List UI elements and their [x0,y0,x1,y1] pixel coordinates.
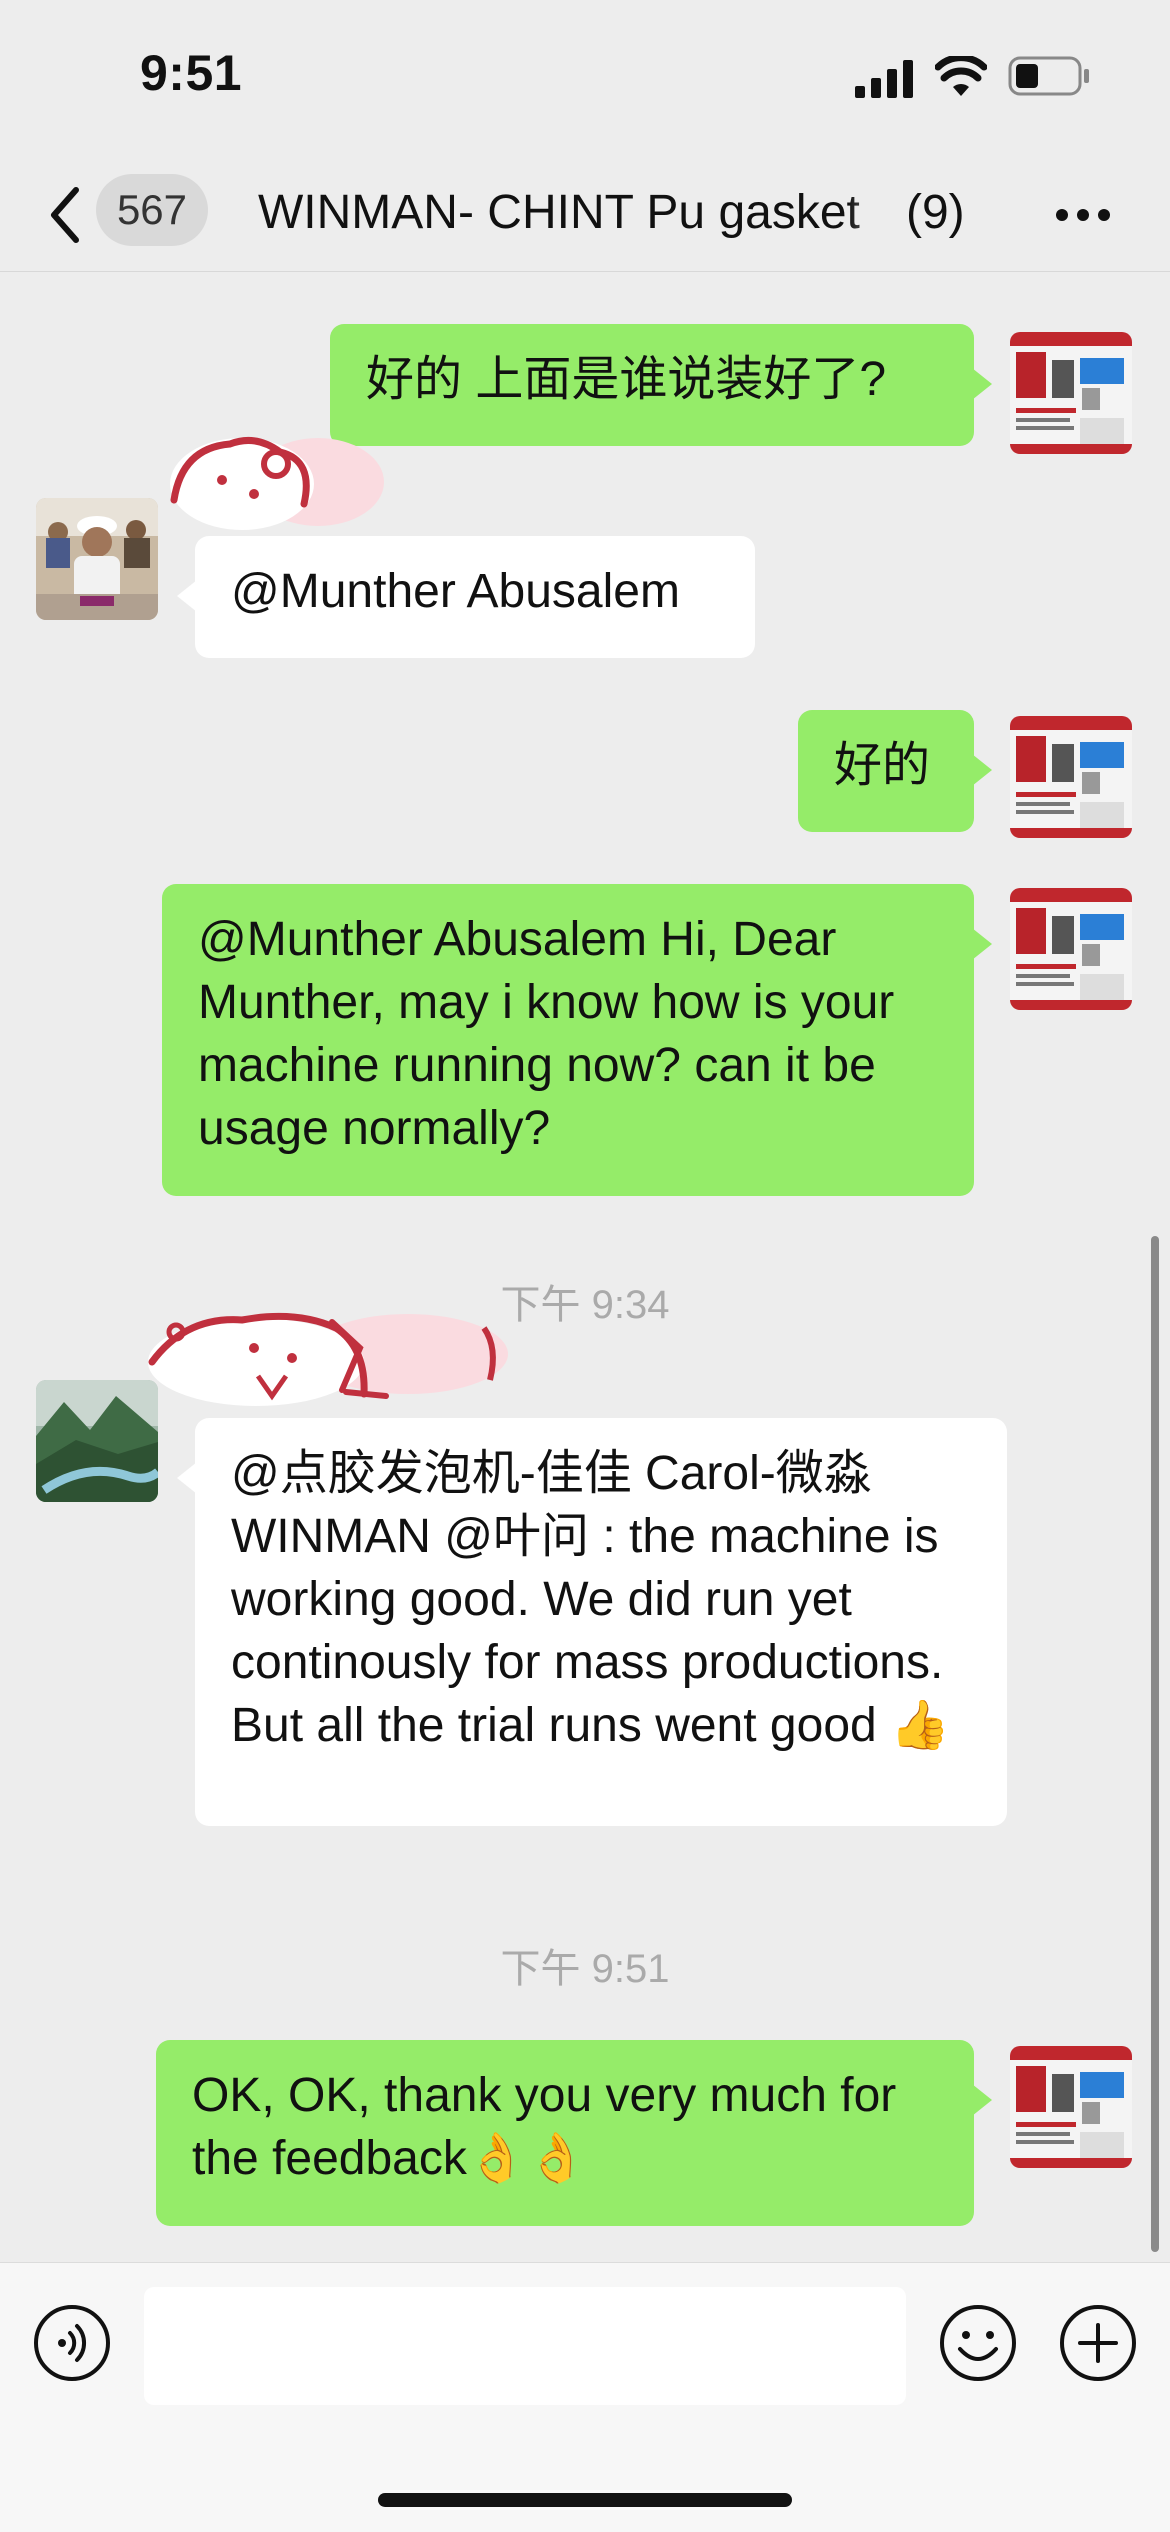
status-bar: 9:51 [0,0,1170,160]
message-bubble-outgoing[interactable]: OK, OK, thank you very much for the feed… [156,2040,992,2226]
message-bubble-outgoing[interactable]: 好的 上面是谁说装好了? [330,324,992,446]
scrollbar[interactable] [1151,1236,1159,2252]
voice-icon[interactable] [32,2303,112,2383]
self-avatar[interactable] [1010,2046,1132,2168]
title-fade [848,178,908,248]
member-count: (9) [906,186,965,239]
input-bar [0,2262,1170,2532]
chevron-left-icon[interactable] [46,182,86,248]
message-bubble-incoming[interactable]: @点胶发泡机-佳佳 Carol-微淼 WINMAN @叶问 : the mach… [177,1418,1007,1826]
product-ad-avatar-image [1010,2046,1132,2168]
message-text: @Munther Abusalem Hi, Dear Munther, may … [198,913,895,1155]
message-text: @Munther Abusalem [231,565,680,618]
bear-sticker-overlay [170,436,384,530]
cat-sticker-overlay [148,1312,508,1406]
chat-header: 567 WINMAN- CHINT Pu gasket (9) [0,160,1170,272]
signal-icon [855,60,913,98]
status-time: 9:51 [140,45,243,101]
product-ad-avatar-image [1010,716,1132,838]
message-text: 好的 上面是谁说装好了? [366,353,887,406]
message-text: @点胶发泡机-佳佳 Carol-微淼 WINMAN @叶问 : the mach… [231,1447,950,1752]
product-ad-avatar-image [1010,332,1132,454]
message-bubble-outgoing[interactable]: 好的 [798,710,992,832]
message-bubble-outgoing[interactable]: @Munther Abusalem Hi, Dear Munther, may … [162,884,992,1196]
person-photo-avatar-image [36,498,158,620]
sender-avatar-landscape[interactable] [36,1380,158,1502]
chat-title: WINMAN- CHINT Pu gasket [258,178,908,248]
product-ad-avatar-image [1010,888,1132,1010]
chat-screen: 9:51 567 WINMAN- CHINT Pu gasket (9) 好的 … [0,0,1170,2532]
wifi-icon [935,56,987,96]
timestamp: 下午 9:51 [500,1947,670,1991]
landscape-avatar-image [36,1380,158,1502]
message-bubble-incoming[interactable]: @Munther Abusalem [177,536,755,658]
self-avatar[interactable] [1010,888,1132,1010]
unread-count-badge[interactable]: 567 [96,174,208,246]
message-text: 好的 [834,739,931,792]
sender-avatar-munther[interactable] [36,498,158,620]
message-text: OK, OK, thank you very much for the feed… [192,2069,897,2185]
emoji-icon[interactable] [938,2303,1018,2383]
chat-title-text: WINMAN- CHINT Pu gasket [258,186,860,239]
self-avatar[interactable] [1010,332,1132,454]
self-avatar[interactable] [1010,716,1132,838]
more-horizontal-icon[interactable] [1054,206,1112,224]
battery-icon [1008,56,1089,96]
home-indicator [378,2493,792,2507]
plus-icon[interactable] [1058,2303,1138,2383]
message-input[interactable] [144,2287,906,2405]
message-list[interactable]: 好的 上面是谁说装好了? @Munther Abusalem 好的 @Munth… [0,272,1170,2260]
